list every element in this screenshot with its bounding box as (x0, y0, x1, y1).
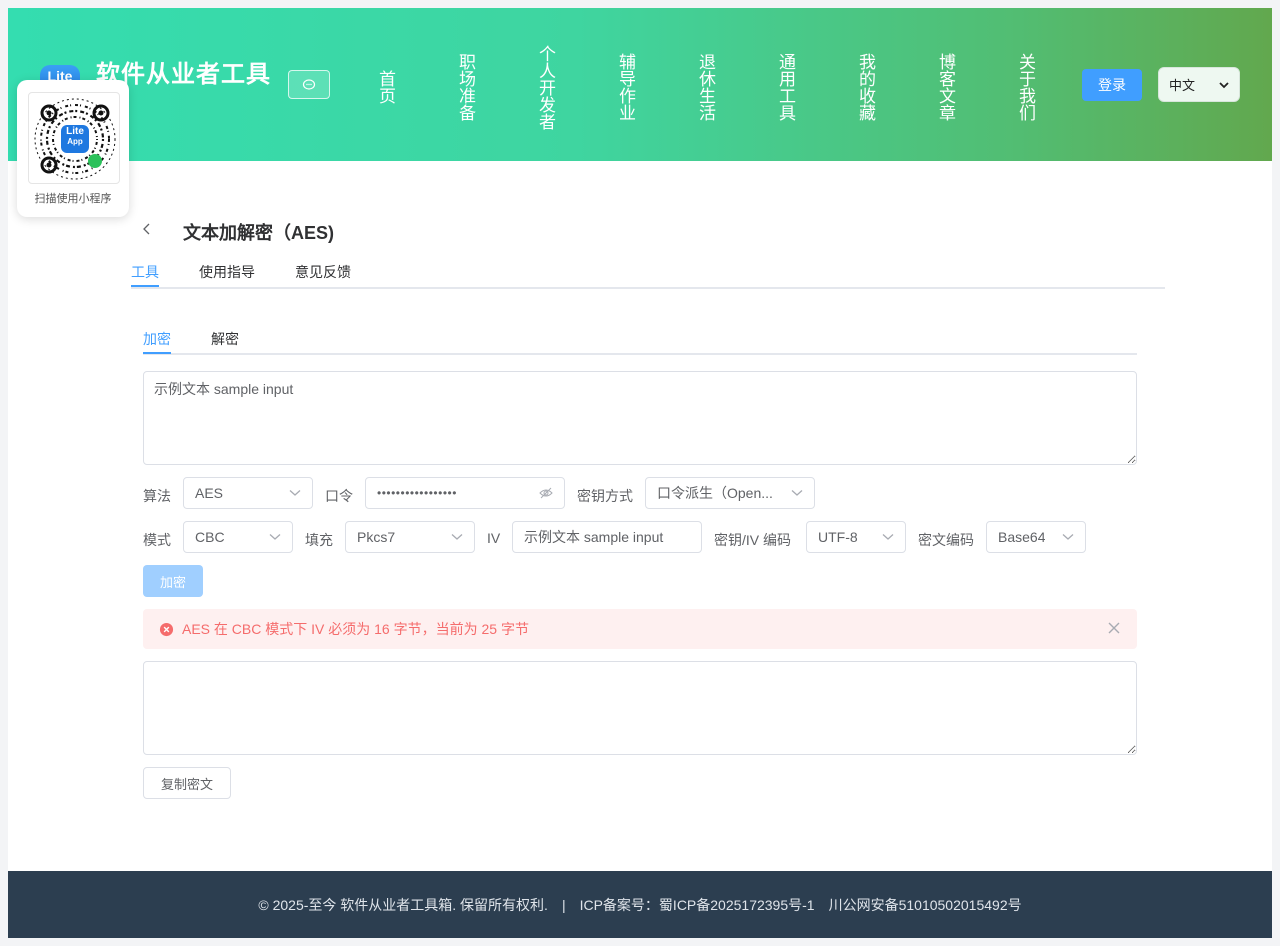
nav-about[interactable]: 关于我们 (1016, 32, 1036, 142)
plaintext-input[interactable] (143, 371, 1137, 465)
footer-copyright: © 2025-至今 软件从业者工具箱. 保留所有权利. (258, 896, 548, 913)
language-value: 中文 (1169, 78, 1196, 93)
key-encoding-value: UTF-8 (818, 529, 858, 545)
nav-career-prep[interactable]: 职场准备 (456, 32, 476, 142)
page-title: 文本加解密（AES) (183, 223, 335, 243)
nav-home[interactable]: 首页 (376, 32, 396, 142)
sub-tabs: 加密 解密 (143, 319, 1137, 355)
back-button[interactable] (140, 218, 152, 245)
tool-panel: 加密 解密 算法 AES 口令 ••••••••••••••••• 密钥方式 口… (123, 297, 1157, 831)
nav-homework[interactable]: 辅导作业 (616, 32, 636, 142)
copy-ciphertext-button[interactable]: 复制密文 (143, 767, 231, 799)
padding-value: Pkcs7 (357, 529, 396, 545)
qr-app-badge: Lite App (61, 127, 89, 147)
page: Lite 软件从业者工具 首页 职场准备 个人开发者 辅导作业 退休生活 通用工… (8, 8, 1272, 938)
site-header: Lite 软件从业者工具 首页 职场准备 个人开发者 辅导作业 退休生活 通用工… (8, 8, 1272, 161)
miniprogram-qr-card[interactable]: Lite App 扫描使用小程序 (17, 80, 129, 217)
tab-feedback[interactable]: 意见反馈 (295, 262, 351, 282)
chevron-left-icon (143, 223, 150, 235)
tab-encrypt[interactable]: 加密 (143, 329, 171, 349)
encrypt-button[interactable]: 加密 (143, 565, 203, 597)
qr-caption: 扫描使用小程序 (34, 193, 112, 205)
close-icon[interactable] (1107, 621, 1121, 635)
chevron-down-icon (269, 534, 281, 540)
cipher-encoding-select[interactable]: Base64 (986, 521, 1086, 553)
password-label: 口令 (325, 488, 353, 504)
footer-police-link[interactable]: 川公网安备51010502015492号 (829, 895, 1022, 915)
mode-value: CBC (195, 529, 225, 545)
key-encoding-label: 密钥/IV 编码 (714, 532, 792, 548)
error-alert: AES 在 CBC 模式下 IV 必须为 16 字节，当前为 25 字节 (143, 609, 1137, 649)
language-select[interactable]: 中文 (1158, 67, 1240, 102)
key-method-label: 密钥方式 (577, 488, 633, 504)
site-footer: © 2025-至今 软件从业者工具箱. 保留所有权利. | ICP备案号：蜀IC… (8, 871, 1272, 938)
algorithm-select[interactable]: AES (183, 477, 313, 509)
chevron-down-icon (451, 534, 463, 540)
tab-guide[interactable]: 使用指导 (199, 262, 255, 282)
iv-value: 示例文本 sample input (524, 529, 664, 545)
nav-indie-dev[interactable]: 个人开发者 (536, 32, 556, 142)
qr-badge-line2: App (67, 137, 83, 146)
nav-favorites[interactable]: 我的收藏 (856, 32, 876, 142)
chevron-down-icon (289, 490, 301, 496)
padding-select[interactable]: Pkcs7 (345, 521, 475, 553)
nav-general-tools[interactable]: 通用工具 (776, 32, 796, 142)
password-input[interactable]: ••••••••••••••••• (365, 477, 565, 509)
tab-decrypt[interactable]: 解密 (211, 329, 239, 349)
tab-active-indicator (131, 285, 159, 287)
mode-select[interactable]: CBC (183, 521, 293, 553)
iv-input[interactable]: 示例文本 sample input (512, 521, 702, 553)
error-message: AES 在 CBC 模式下 IV 必须为 16 字节，当前为 25 字节 (182, 621, 529, 637)
main-tabs: 工具 使用指导 意见反馈 (131, 253, 1165, 289)
nav-blog[interactable]: 博客文章 (936, 32, 956, 142)
tab-tool[interactable]: 工具 (131, 262, 159, 282)
nav-retirement[interactable]: 退休生活 (696, 32, 716, 142)
eye-off-icon[interactable] (539, 487, 553, 499)
mode-label: 模式 (143, 532, 171, 548)
iv-label: IV (487, 530, 501, 546)
chevron-down-icon (791, 490, 803, 496)
algorithm-label: 算法 (143, 488, 171, 504)
algorithm-value: AES (195, 485, 224, 501)
footer-separator: | (561, 896, 566, 913)
chevron-down-icon (1219, 81, 1229, 88)
padding-label: 填充 (305, 532, 333, 548)
chevron-down-icon (882, 534, 894, 540)
login-button[interactable]: 登录 (1082, 69, 1142, 101)
key-encoding-select[interactable]: UTF-8 (806, 521, 906, 553)
ciphertext-output[interactable] (143, 661, 1137, 755)
chevron-down-icon (1062, 534, 1074, 540)
chat-bubble-icon (302, 78, 316, 90)
password-value: ••••••••••••••••• (377, 486, 457, 500)
qr-badge-line1: Lite (66, 126, 84, 137)
key-method-value: 口令派生（Open... (657, 485, 773, 501)
cipher-encoding-value: Base64 (998, 529, 1046, 545)
error-circle-icon (159, 622, 174, 636)
chat-button[interactable] (288, 70, 330, 99)
footer-icp-link[interactable]: ICP备案号：蜀ICP备2025172395号-1 (580, 895, 815, 915)
cipher-encoding-label: 密文编码 (918, 532, 974, 548)
key-method-select[interactable]: 口令派生（Open... (645, 477, 815, 509)
subtab-active-indicator (143, 352, 171, 354)
qr-code: Lite App (28, 92, 120, 184)
